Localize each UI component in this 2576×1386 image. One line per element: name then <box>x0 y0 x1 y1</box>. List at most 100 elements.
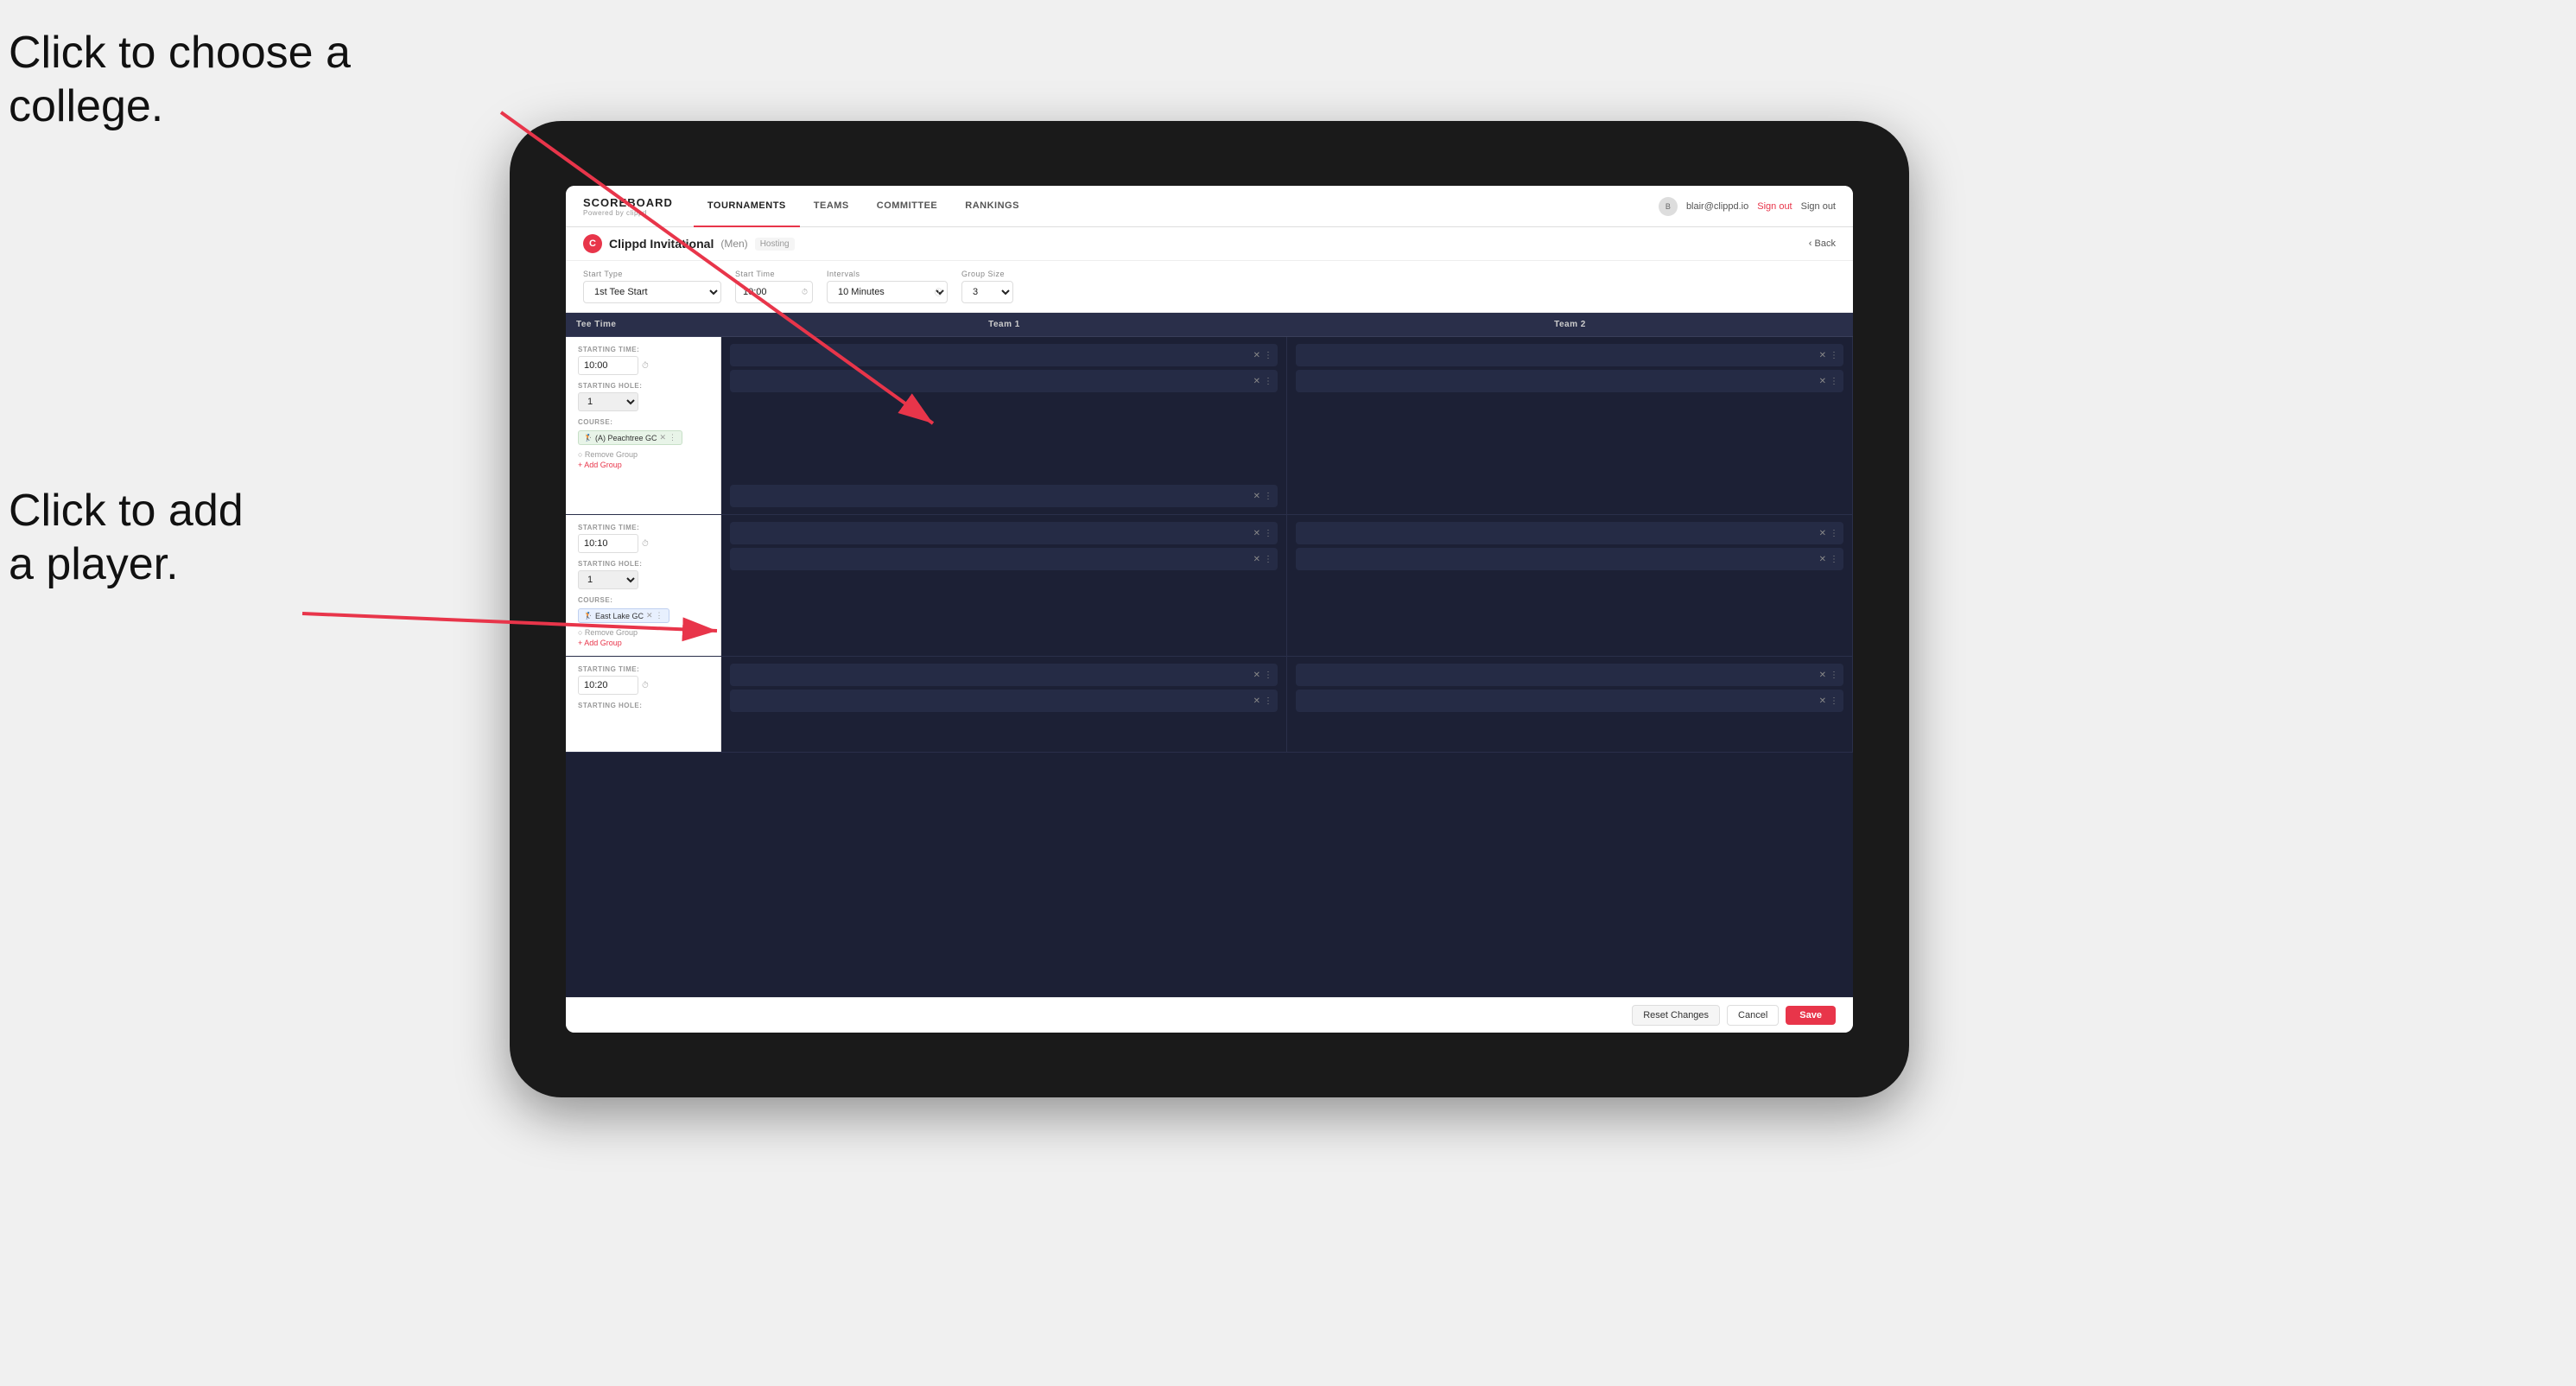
player-x-10[interactable]: ✕ <box>1253 696 1260 706</box>
course-tag-2: 🏌 East Lake GC ✕ ⋮ <box>578 608 669 623</box>
player-row-3-t2-2[interactable]: ✕ ⋮ <box>1296 690 1843 712</box>
team1-cell-1: ✕ ⋮ ✕ ⋮ <box>721 337 1287 478</box>
sub-header: C Clippd Invitational (Men) Hosting ‹ Ba… <box>566 227 1853 261</box>
player-dots-9[interactable]: ⋮ <box>1264 671 1272 680</box>
player-x-2[interactable]: ✕ <box>1253 377 1260 386</box>
player-row-1-t2-2[interactable]: ✕ ⋮ <box>1296 370 1843 392</box>
player-row-2-t2-2[interactable]: ✕ ⋮ <box>1296 548 1843 570</box>
player-x-1[interactable]: ✕ <box>1253 351 1260 360</box>
group-size-select[interactable]: 3 <box>961 281 1013 303</box>
player-row-1-t1-1[interactable]: ✕ ⋮ <box>730 344 1278 366</box>
starting-hole-label-2: STARTING HOLE: <box>578 560 708 568</box>
player-dots-2[interactable]: ⋮ <box>1264 377 1272 386</box>
player-x-11[interactable]: ✕ <box>1819 671 1826 680</box>
player-x-9[interactable]: ✕ <box>1253 671 1260 680</box>
hole-select-1[interactable]: 1 <box>578 392 638 411</box>
tournament-title: Clippd Invitational <box>609 237 714 251</box>
nav-tournaments[interactable]: TOURNAMENTS <box>694 186 800 227</box>
cancel-button[interactable]: Cancel <box>1727 1005 1779 1026</box>
reset-button[interactable]: Reset Changes <box>1632 1005 1720 1026</box>
time-input-2[interactable] <box>578 534 638 553</box>
time-input-3[interactable] <box>578 676 638 695</box>
table-header: Tee Time Team 1 Team 2 <box>566 313 1853 337</box>
player-dots-10[interactable]: ⋮ <box>1264 696 1272 706</box>
starting-time-label-3: STARTING TIME: <box>578 665 708 673</box>
intervals-icon: ⓘ <box>935 287 942 298</box>
start-type-select[interactable]: 1st Tee Start <box>583 281 721 303</box>
remove-group-2[interactable]: ○ Remove Group <box>578 628 708 637</box>
back-button[interactable]: ‹ Back <box>1809 238 1836 249</box>
player-row-2-t2-1[interactable]: ✕ ⋮ <box>1296 522 1843 544</box>
tablet-frame: SCOREBOARD Powered by clippd TOURNAMENTS… <box>510 121 1909 1097</box>
team1-cell-3: ✕ ⋮ ✕ ⋮ <box>721 657 1287 752</box>
player-dots-5[interactable]: ⋮ <box>1264 529 1272 538</box>
starting-time-label-1: STARTING TIME: <box>578 346 708 353</box>
save-button[interactable]: Save <box>1786 1006 1836 1025</box>
player-x-4[interactable]: ✕ <box>1819 377 1826 386</box>
player-row-1-t1-2[interactable]: ✕ ⋮ <box>730 370 1278 392</box>
schedule-section-3: STARTING TIME: ⏱ STARTING HOLE: ✕ ⋮ <box>566 657 1853 753</box>
player-x-5[interactable]: ✕ <box>1253 529 1260 538</box>
course-x-1[interactable]: ✕ <box>1253 492 1260 501</box>
player-dots-7[interactable]: ⋮ <box>1830 529 1838 538</box>
add-group-1[interactable]: + Add Group <box>578 461 708 469</box>
course-dots-1[interactable]: ⋮ <box>1264 492 1272 501</box>
hole-select-2[interactable]: 1 <box>578 570 638 589</box>
time-icon-1: ⏱ <box>642 361 649 371</box>
logo-title: SCOREBOARD <box>583 196 673 209</box>
player-dots-1[interactable]: ⋮ <box>1264 351 1272 360</box>
player-dots-12[interactable]: ⋮ <box>1830 696 1838 706</box>
player-row-3-t2-1[interactable]: ✕ ⋮ <box>1296 664 1843 686</box>
action-links-2: ○ Remove Group + Add Group <box>578 628 708 647</box>
action-links-1: ○ Remove Group + Add Group <box>578 450 708 469</box>
player-dots-4[interactable]: ⋮ <box>1830 377 1838 386</box>
player-row-2-t1-1[interactable]: ✕ ⋮ <box>730 522 1278 544</box>
nav-committee[interactable]: COMMITTEE <box>863 186 952 227</box>
logo-area: SCOREBOARD Powered by clippd <box>583 196 673 217</box>
player-x-6[interactable]: ✕ <box>1253 555 1260 564</box>
start-time-group: Start Time ⏱ <box>735 270 813 303</box>
user-avatar: B <box>1659 197 1678 216</box>
player-x-7[interactable]: ✕ <box>1819 529 1826 538</box>
sign-out-text[interactable]: Sign out <box>1801 201 1836 212</box>
course-icon-2: 🏌 <box>584 612 593 620</box>
nav-bar: SCOREBOARD Powered by clippd TOURNAMENTS… <box>566 186 1853 227</box>
group-size-group: Group Size 3 <box>961 270 1013 303</box>
time-input-1[interactable] <box>578 356 638 375</box>
player-dots-6[interactable]: ⋮ <box>1264 555 1272 564</box>
start-type-group: Start Type 1st Tee Start <box>583 270 721 303</box>
schedule-section-1: STARTING TIME: ⏱ STARTING HOLE: 1 COURSE… <box>566 337 1853 515</box>
sign-out-link[interactable]: Sign out <box>1757 201 1792 212</box>
course-edit-1[interactable]: ⋮ <box>669 433 676 442</box>
team2-cell-2: ✕ ⋮ ✕ ⋮ <box>1287 515 1853 656</box>
logo-sub: Powered by clippd <box>583 209 673 217</box>
course-remove-1[interactable]: ✕ <box>660 433 667 442</box>
schedule-row-1: STARTING TIME: ⏱ STARTING HOLE: 1 COURSE… <box>566 337 1853 478</box>
player-x-8[interactable]: ✕ <box>1819 555 1826 564</box>
intervals-select[interactable]: 10 Minutes <box>827 281 948 303</box>
group-size-label: Group Size <box>961 270 1013 278</box>
player-dots-8[interactable]: ⋮ <box>1830 555 1838 564</box>
main-content[interactable]: STARTING TIME: ⏱ STARTING HOLE: 1 COURSE… <box>566 337 1853 997</box>
add-group-2[interactable]: + Add Group <box>578 639 708 647</box>
remove-group-1[interactable]: ○ Remove Group <box>578 450 708 459</box>
course-remove-2[interactable]: ✕ <box>646 611 653 620</box>
player-row-1-t2-1[interactable]: ✕ ⋮ <box>1296 344 1843 366</box>
nav-right: B blair@clippd.io Sign out Sign out <box>1659 197 1836 216</box>
player-dots-3[interactable]: ⋮ <box>1830 351 1838 360</box>
player-x-12[interactable]: ✕ <box>1819 696 1826 706</box>
nav-teams[interactable]: TEAMS <box>800 186 863 227</box>
annotation-add-player: Click to adda player. <box>9 484 244 592</box>
starting-hole-label-1: STARTING HOLE: <box>578 382 708 390</box>
player-row-3-t1-1[interactable]: ✕ ⋮ <box>730 664 1278 686</box>
course-edit-2[interactable]: ⋮ <box>656 611 663 620</box>
player-row-3-t1-2[interactable]: ✕ ⋮ <box>730 690 1278 712</box>
team2-cell-1: ✕ ⋮ ✕ ⋮ <box>1287 337 1853 478</box>
hosting-badge: Hosting <box>755 238 795 251</box>
course-player-row-1[interactable]: ✕ ⋮ <box>730 485 1278 507</box>
player-row-2-t1-2[interactable]: ✕ ⋮ <box>730 548 1278 570</box>
col-team1: Team 1 <box>721 313 1287 336</box>
nav-rankings[interactable]: RANKINGS <box>951 186 1033 227</box>
player-x-3[interactable]: ✕ <box>1819 351 1826 360</box>
player-dots-11[interactable]: ⋮ <box>1830 671 1838 680</box>
